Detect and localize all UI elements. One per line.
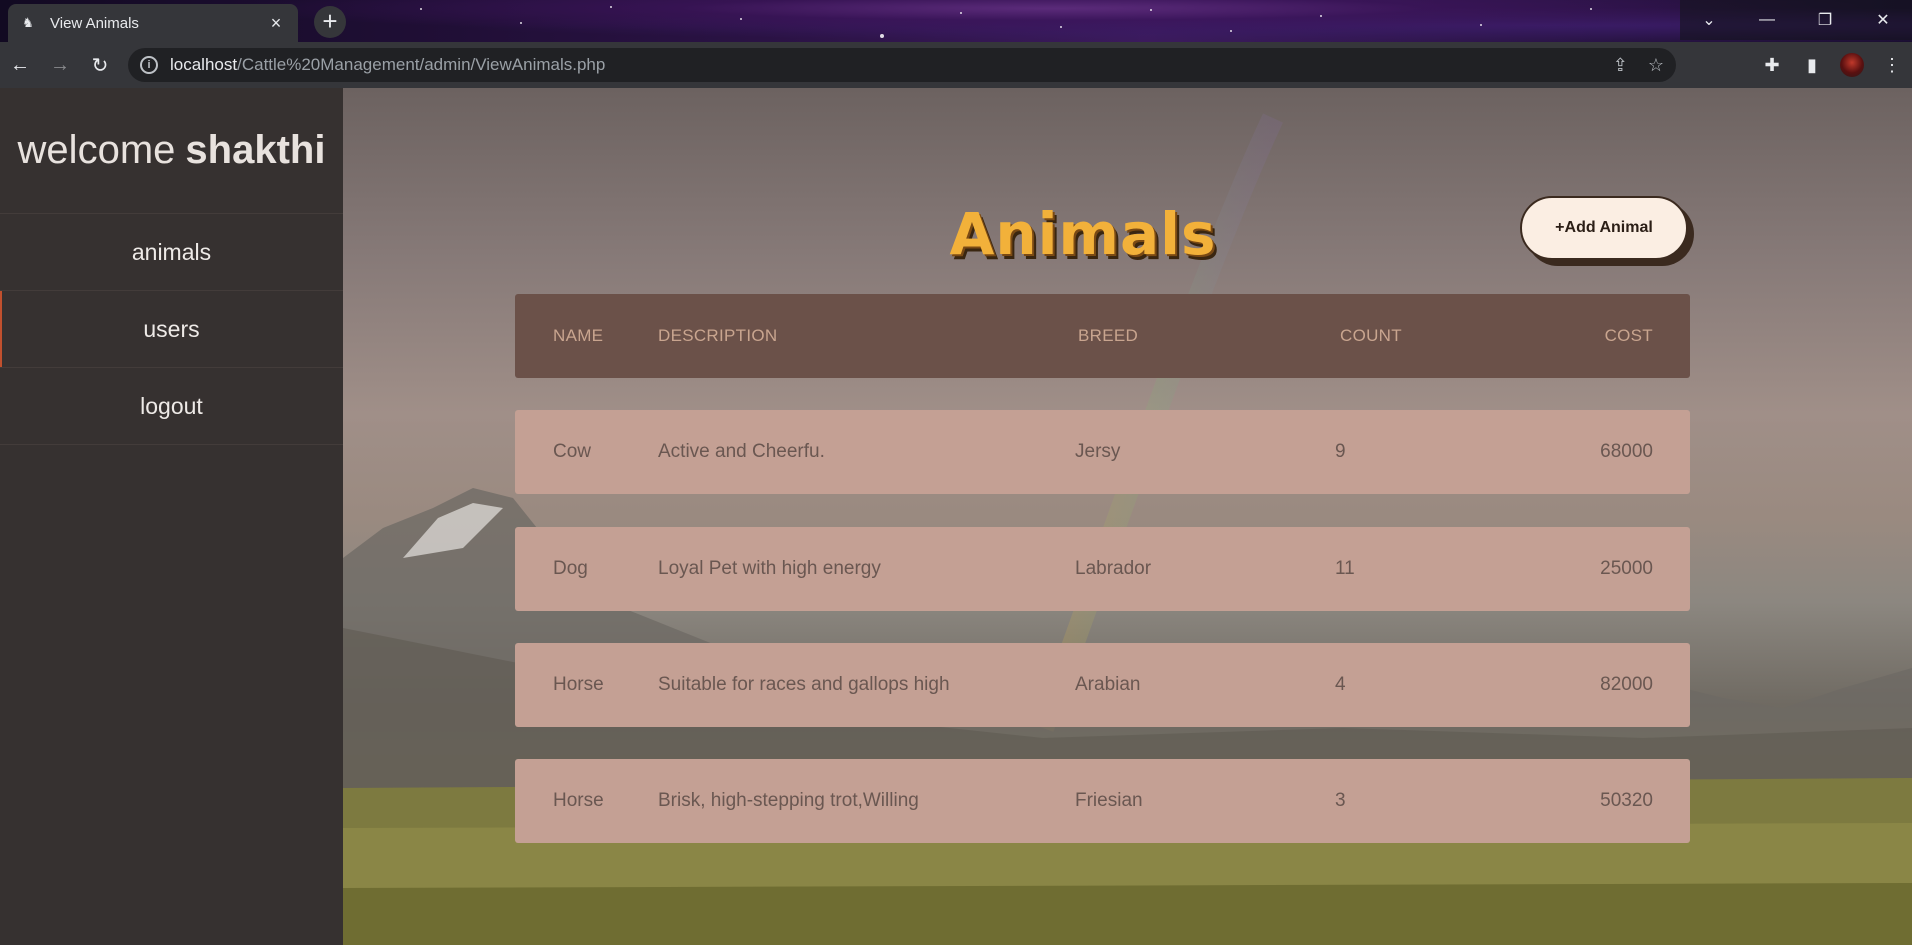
browser-tab[interactable]: ♞ View Animals ×	[8, 4, 298, 42]
column-header-description: DESCRIPTION	[658, 326, 778, 345]
table-row[interactable]: Horse Brisk, high-stepping trot,Willing …	[515, 759, 1690, 843]
welcome-message: welcome shakthi	[0, 88, 343, 214]
cell-name: Horse	[553, 674, 604, 695]
tab-close-icon[interactable]: ×	[266, 13, 286, 34]
sidebar-item-label: logout	[140, 392, 203, 419]
extensions-icon[interactable]: ✚	[1752, 45, 1792, 85]
cell-count: 3	[1335, 790, 1346, 811]
forward-icon[interactable]: →	[40, 45, 80, 85]
sidebar-item-logout[interactable]: logout	[0, 368, 343, 445]
cell-cost: 82000	[1600, 674, 1653, 695]
site-info-icon[interactable]: i	[140, 56, 158, 74]
username: shakthi	[185, 128, 326, 172]
bookmark-star-icon[interactable]: ☆	[1648, 55, 1664, 76]
cell-cost: 68000	[1600, 441, 1653, 462]
sidebar-item-animals[interactable]: animals	[0, 214, 343, 291]
sidebar: welcome shakthi animals users logout	[0, 88, 343, 945]
cell-name: Dog	[553, 558, 588, 579]
url-path: /Cattle%20Management/admin/ViewAnimals.p…	[237, 55, 606, 74]
page-title: Animals	[949, 200, 1217, 268]
cell-description: Loyal Pet with high energy	[658, 558, 881, 579]
cell-breed: Friesian	[1075, 790, 1143, 811]
table-row[interactable]: Horse Suitable for races and gallops hig…	[515, 643, 1690, 727]
address-bar[interactable]: i localhost /Cattle%20Management/admin/V…	[128, 48, 1676, 82]
sidebar-item-label: users	[143, 315, 200, 342]
cell-count: 9	[1335, 441, 1346, 462]
cell-count: 4	[1335, 674, 1346, 695]
cell-breed: Labrador	[1075, 558, 1152, 579]
column-header-name: NAME	[553, 326, 604, 345]
menu-kebab-icon[interactable]: ⋮	[1872, 45, 1912, 85]
table-header: NAME DESCRIPTION BREED COUNT COST	[515, 294, 1690, 378]
restore-icon[interactable]: ❐	[1796, 0, 1854, 40]
cell-description: Brisk, high-stepping trot,Willing	[658, 790, 919, 811]
cell-count: 11	[1335, 558, 1355, 579]
minimize-icon[interactable]: —	[1738, 0, 1796, 40]
welcome-text: welcome	[17, 128, 176, 172]
table-row[interactable]: Dog Loyal Pet with high energy Labrador …	[515, 527, 1690, 611]
share-icon[interactable]: ⇪	[1613, 55, 1628, 76]
cell-breed: Jersy	[1075, 441, 1121, 462]
table-row[interactable]: Cow Active and Cheerfu. Jersy 9 68000	[515, 410, 1690, 494]
cell-cost: 25000	[1600, 558, 1653, 579]
add-animal-button[interactable]: +Add Animal	[1520, 196, 1688, 260]
avatar	[1840, 53, 1864, 77]
back-icon[interactable]: ←	[0, 45, 40, 85]
cell-description: Active and Cheerfu.	[658, 441, 825, 462]
reload-icon[interactable]: ↻	[80, 45, 120, 85]
cell-breed: Arabian	[1075, 674, 1141, 695]
new-tab-button[interactable]: +	[314, 6, 346, 38]
url-host: localhost	[170, 55, 238, 74]
cell-name: Horse	[553, 790, 604, 811]
chevron-down-icon[interactable]: ⌄	[1680, 0, 1738, 40]
cell-description: Suitable for races and gallops high	[658, 674, 950, 695]
favicon-icon: ♞	[22, 15, 34, 30]
sidebar-item-label: animals	[131, 238, 212, 265]
page: welcome shakthi animals users logout Ani…	[0, 88, 1912, 945]
column-header-cost: COST	[1604, 326, 1653, 345]
profile-avatar[interactable]	[1832, 45, 1872, 85]
main-content: Animals +Add Animal NAME DESCRIPTION BRE…	[343, 88, 1912, 945]
column-header-breed: BREED	[1078, 326, 1139, 345]
browser-toolbar: ← → ↻ i localhost /Cattle%20Management/a…	[0, 42, 1912, 88]
cell-cost: 50320	[1600, 790, 1653, 811]
window-controls: ⌄ — ❐ ✕	[1680, 0, 1912, 40]
sidebar-item-users[interactable]: users	[0, 291, 343, 368]
cell-name: Cow	[553, 441, 592, 462]
side-panel-icon[interactable]: ▮	[1792, 45, 1832, 85]
close-icon[interactable]: ✕	[1854, 0, 1912, 40]
browser-tab-bar: ♞ View Animals × + ⌄ — ❐ ✕	[0, 0, 1912, 42]
column-header-count: COUNT	[1340, 326, 1402, 345]
tab-title: View Animals	[50, 14, 139, 32]
